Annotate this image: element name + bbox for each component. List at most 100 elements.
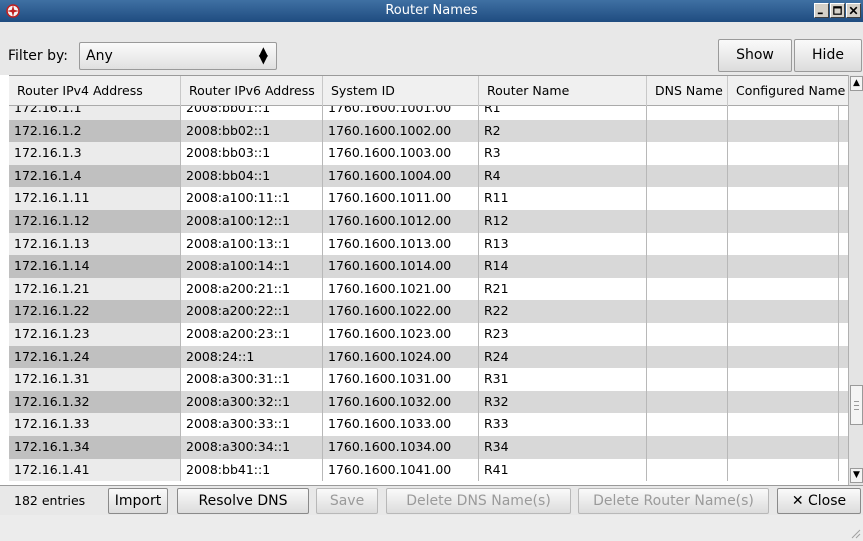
- cell-router-name[interactable]: R3: [479, 142, 647, 165]
- cell-dns-name[interactable]: [647, 458, 728, 482]
- delete-dns-names-button[interactable]: Delete DNS Name(s): [386, 488, 571, 514]
- maximize-button[interactable]: [830, 3, 845, 18]
- cell-router-name[interactable]: R24: [479, 345, 647, 369]
- resize-grip-icon[interactable]: [849, 527, 861, 539]
- column-header-dns-name[interactable]: DNS Name: [647, 76, 728, 106]
- cell-system-id[interactable]: 1760.1600.1002.00: [323, 119, 479, 143]
- cell-system-id[interactable]: 1760.1600.1023.00: [323, 322, 479, 346]
- cell-configured-name[interactable]: [728, 142, 839, 165]
- cell-system-id[interactable]: 1760.1600.1033.00: [323, 413, 479, 436]
- cell-dns-name[interactable]: [647, 345, 728, 369]
- scroll-up-arrow-icon[interactable]: ▲: [850, 76, 863, 91]
- cell-dns-name[interactable]: [647, 368, 728, 391]
- cell-ipv4[interactable]: 172.16.1.41: [9, 458, 181, 482]
- cell-configured-name[interactable]: [728, 277, 839, 301]
- cell-configured-name[interactable]: [728, 164, 839, 188]
- cell-ipv4[interactable]: 172.16.1.1: [9, 106, 181, 120]
- cell-configured-name[interactable]: [728, 458, 839, 482]
- cell-ipv6[interactable]: 2008:a300:34::1: [181, 435, 323, 459]
- cell-ipv4[interactable]: 172.16.1.33: [9, 413, 181, 436]
- cell-ipv6[interactable]: 2008:bb04::1: [181, 164, 323, 188]
- scrollbar-thumb[interactable]: [850, 385, 863, 425]
- column-header-ipv4[interactable]: Router IPv4 Address: [9, 76, 181, 106]
- cell-ipv4[interactable]: 172.16.1.4: [9, 164, 181, 188]
- table-row[interactable]: 172.16.1.41 2008:bb41::1 1760.1600.1041.00…: [9, 458, 848, 482]
- table-row[interactable]: 172.16.1.33 2008:a300:33::1 1760.1600.1033…: [9, 413, 848, 436]
- cell-ipv6[interactable]: 2008:bb01::1: [181, 106, 323, 120]
- cell-dns-name[interactable]: [647, 390, 728, 414]
- cell-ipv6[interactable]: 2008:a300:31::1: [181, 368, 323, 391]
- resolve-dns-button[interactable]: Resolve DNS: [177, 488, 309, 514]
- close-window-button[interactable]: [846, 3, 861, 18]
- cell-dns-name[interactable]: [647, 232, 728, 256]
- cell-system-id[interactable]: 1760.1600.1022.00: [323, 300, 479, 323]
- table-row[interactable]: 172.16.1.14 2008:a100:14::1 1760.1600.1014…: [9, 255, 848, 278]
- cell-ipv6[interactable]: 2008:a200:23::1: [181, 322, 323, 346]
- filter-select[interactable]: Any ▲ ▼: [79, 42, 277, 70]
- cell-ipv6[interactable]: 2008:a300:32::1: [181, 390, 323, 414]
- table-row[interactable]: 172.16.1.34 2008:a300:34::1 1760.1600.1034…: [9, 435, 848, 459]
- cell-router-name[interactable]: R41: [479, 458, 647, 482]
- cell-ipv4[interactable]: 172.16.1.32: [9, 390, 181, 414]
- cell-dns-name[interactable]: [647, 435, 728, 459]
- table-row[interactable]: 172.16.1.13 2008:a100:13::1 1760.1600.1013…: [9, 232, 848, 256]
- cell-dns-name[interactable]: [647, 277, 728, 301]
- cell-dns-name[interactable]: [647, 322, 728, 346]
- cell-configured-name[interactable]: [728, 322, 839, 346]
- cell-ipv4[interactable]: 172.16.1.31: [9, 368, 181, 391]
- cell-ipv6[interactable]: 2008:a100:13::1: [181, 232, 323, 256]
- cell-router-name[interactable]: R12: [479, 209, 647, 233]
- table-row[interactable]: 172.16.1.3 2008:bb03::1 1760.1600.1003.00 R…: [9, 142, 848, 165]
- cell-dns-name[interactable]: [647, 187, 728, 210]
- cell-configured-name[interactable]: [728, 300, 839, 323]
- table-row[interactable]: 172.16.1.21 2008:a200:21::1 1760.1600.1021…: [9, 277, 848, 301]
- cell-ipv4[interactable]: 172.16.1.23: [9, 322, 181, 346]
- table-row[interactable]: 172.16.1.12 2008:a100:12::1 1760.1600.1012…: [9, 209, 848, 233]
- cell-ipv4[interactable]: 172.16.1.11: [9, 187, 181, 210]
- save-button[interactable]: Save: [316, 488, 378, 514]
- cell-dns-name[interactable]: [647, 164, 728, 188]
- cell-ipv4[interactable]: 172.16.1.13: [9, 232, 181, 256]
- table-row[interactable]: 172.16.1.22 2008:a200:22::1 1760.1600.1022…: [9, 300, 848, 323]
- column-header-router-name[interactable]: Router Name: [479, 76, 647, 106]
- cell-ipv6[interactable]: 2008:a200:21::1: [181, 277, 323, 301]
- cell-ipv4[interactable]: 172.16.1.12: [9, 209, 181, 233]
- cell-configured-name[interactable]: [728, 187, 839, 210]
- column-header-configured-name[interactable]: Configured Name: [728, 76, 848, 106]
- cell-system-id[interactable]: 1760.1600.1004.00: [323, 164, 479, 188]
- cell-router-name[interactable]: R22: [479, 300, 647, 323]
- cell-system-id[interactable]: 1760.1600.1024.00: [323, 345, 479, 369]
- cell-system-id[interactable]: 1760.1600.1034.00: [323, 435, 479, 459]
- cell-ipv6[interactable]: 2008:a200:22::1: [181, 300, 323, 323]
- cell-system-id[interactable]: 1760.1600.1041.00: [323, 458, 479, 482]
- cell-dns-name[interactable]: [647, 300, 728, 323]
- cell-system-id[interactable]: 1760.1600.1011.00: [323, 187, 479, 210]
- column-header-system-id[interactable]: System ID: [323, 76, 479, 106]
- table-row[interactable]: 172.16.1.1 2008:bb01::1 1760.1600.1001.00 R…: [9, 106, 848, 120]
- cell-configured-name[interactable]: [728, 435, 839, 459]
- cell-configured-name[interactable]: [728, 106, 839, 120]
- cell-router-name[interactable]: R14: [479, 255, 647, 278]
- cell-ipv6[interactable]: 2008:bb03::1: [181, 142, 323, 165]
- table-row[interactable]: 172.16.1.32 2008:a300:32::1 1760.1600.1032…: [9, 390, 848, 414]
- cell-configured-name[interactable]: [728, 390, 839, 414]
- cell-ipv4[interactable]: 172.16.1.24: [9, 345, 181, 369]
- cell-configured-name[interactable]: [728, 345, 839, 369]
- table-row[interactable]: 172.16.1.31 2008:a300:31::1 1760.1600.1031…: [9, 368, 848, 391]
- cell-ipv4[interactable]: 172.16.1.3: [9, 142, 181, 165]
- cell-configured-name[interactable]: [728, 255, 839, 278]
- cell-ipv6[interactable]: 2008:bb41::1: [181, 458, 323, 482]
- cell-system-id[interactable]: 1760.1600.1001.00: [323, 106, 479, 120]
- cell-configured-name[interactable]: [728, 232, 839, 256]
- cell-ipv4[interactable]: 172.16.1.34: [9, 435, 181, 459]
- cell-router-name[interactable]: R32: [479, 390, 647, 414]
- close-button[interactable]: ✕ Close: [777, 488, 861, 514]
- minimize-button[interactable]: [814, 3, 829, 18]
- cell-ipv4[interactable]: 172.16.1.21: [9, 277, 181, 301]
- cell-dns-name[interactable]: [647, 142, 728, 165]
- cell-configured-name[interactable]: [728, 209, 839, 233]
- table-row[interactable]: 172.16.1.11 2008:a100:11::1 1760.1600.1011…: [9, 187, 848, 210]
- cell-ipv6[interactable]: 2008:bb02::1: [181, 119, 323, 143]
- cell-ipv6[interactable]: 2008:a100:11::1: [181, 187, 323, 210]
- cell-system-id[interactable]: 1760.1600.1032.00: [323, 390, 479, 414]
